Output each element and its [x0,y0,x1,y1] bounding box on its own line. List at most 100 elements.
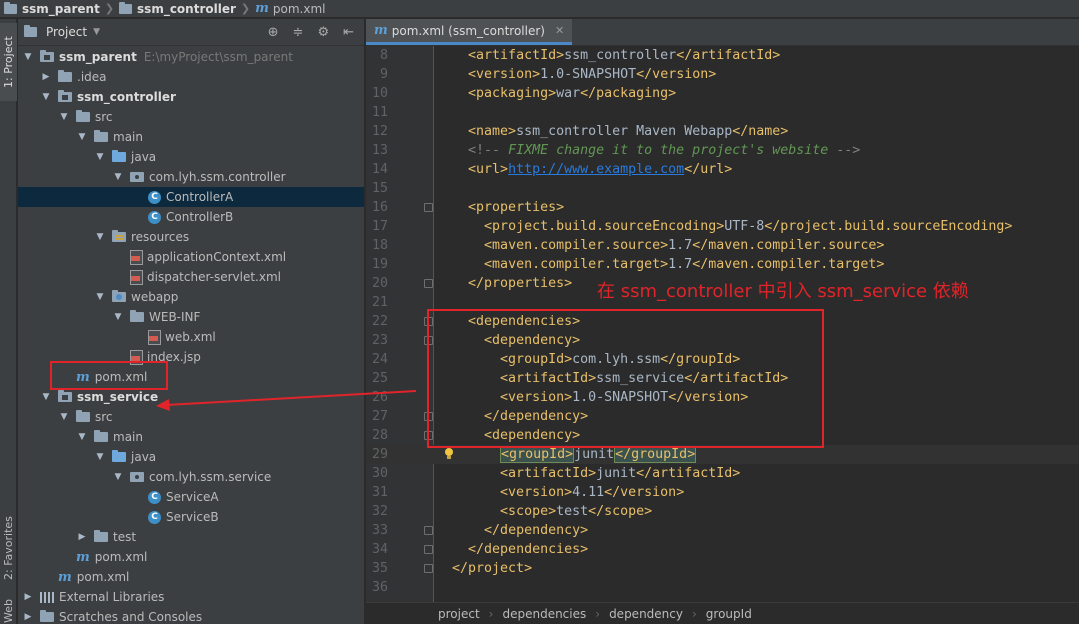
code-line[interactable]: 23 <dependency> [366,331,1079,350]
tree-item[interactable]: ▼ webapp [18,287,364,307]
tree-item[interactable]: ▼ main [18,427,364,447]
tree-item[interactable]: m pom.xml [18,547,364,567]
tree-item[interactable]: ▼ java [18,147,364,167]
tree-item[interactable]: C ServiceB [18,507,364,527]
tree-item[interactable]: web.xml [18,327,364,347]
code-line[interactable]: 17 <project.build.sourceEncoding>UTF-8</… [366,217,1079,236]
xml-crumb-groupid[interactable]: groupId [706,607,752,621]
tree-item[interactable]: ▶ .idea [18,67,364,87]
tree-item[interactable]: index.jsp [18,347,364,367]
fold-marker-icon[interactable] [424,317,433,326]
expand-arrow-icon[interactable]: ▼ [58,112,70,122]
close-icon[interactable]: ✕ [555,24,564,37]
expand-arrow-icon[interactable]: ▼ [22,52,34,62]
collapse-arrow-icon[interactable]: ▶ [76,532,88,542]
tree-item[interactable]: ▼ ssm_controller [18,87,364,107]
expand-arrow-icon[interactable]: ▼ [94,292,106,302]
fold-marker-icon[interactable] [424,412,433,421]
expand-arrow-icon[interactable]: ▼ [112,312,124,322]
fold-marker-icon[interactable] [424,526,433,535]
code-line[interactable]: 11 [366,103,1079,122]
breadcrumb-item-ssm-controller[interactable]: ssm_controller [119,1,236,16]
code-line[interactable]: 26 <version>1.0-SNAPSHOT</version> [366,388,1079,407]
xml-crumb-dependency[interactable]: dependency [609,607,683,621]
code-line[interactable]: 25 <artifactId>ssm_service</artifactId> [366,369,1079,388]
code-line[interactable]: 35 </project> [366,559,1079,578]
code-line[interactable]: 15 [366,179,1079,198]
code-line[interactable]: 34 </dependencies> [366,540,1079,559]
web-tool-tab[interactable]: Web [0,599,17,624]
expand-arrow-icon[interactable]: ▼ [40,392,52,402]
code-line[interactable]: 8 <artifactId>ssm_controller</artifactId… [366,46,1079,65]
fold-marker-icon[interactable] [424,279,433,288]
tree-item[interactable]: ▶ Scratches and Consoles [18,607,364,624]
expand-arrow-icon[interactable]: ▼ [76,432,88,442]
xml-crumb-dependencies[interactable]: dependencies [502,607,586,621]
code-line[interactable]: 30 <artifactId>junit</artifactId> [366,464,1079,483]
code-line[interactable]: 28 <dependency> [366,426,1079,445]
expand-arrow-icon[interactable]: ▼ [94,232,106,242]
tree-item[interactable]: ▶ External Libraries [18,587,364,607]
tree-item[interactable]: C ControllerB [18,207,364,227]
code-line[interactable]: 22 <dependencies> [366,312,1079,331]
tab-pom-xml[interactable]: m pom.xml (ssm_controller) ✕ [366,19,573,45]
code-line[interactable]: 12 <name>ssm_controller Maven Webapp</na… [366,122,1079,141]
fold-marker-icon[interactable] [424,564,433,573]
code-line[interactable]: 31 <version>4.11</version> [366,483,1079,502]
tree-item[interactable]: ▼ main [18,127,364,147]
expand-arrow-icon[interactable]: ▼ [40,92,52,102]
chevron-down-icon[interactable]: ▼ [93,27,100,37]
collapse-arrow-icon[interactable]: ▶ [22,592,34,602]
tree-item[interactable]: C ServiceA [18,487,364,507]
expand-arrow-icon[interactable]: ▼ [112,472,124,482]
expand-arrow-icon[interactable]: ▼ [112,172,124,182]
code-line[interactable]: 10 <packaging>war</packaging> [366,84,1079,103]
fold-marker-icon[interactable] [424,203,433,212]
tree-item[interactable]: m pom.xml [18,367,364,387]
expand-arrow-icon[interactable]: ▼ [58,412,70,422]
breadcrumb-item-ssm-parent[interactable]: ssm_parent [4,1,100,16]
collapse-arrow-icon[interactable]: ▶ [22,612,34,622]
expand-arrow-icon[interactable]: ▼ [76,132,88,142]
code-line[interactable]: 18 <maven.compiler.source>1.7</maven.com… [366,236,1079,255]
tree-item[interactable]: ▼ com.lyh.ssm.service [18,467,364,487]
code-line[interactable]: 32 <scope>test</scope> [366,502,1079,521]
project-tool-tab[interactable]: 1: Project [0,23,17,101]
expand-arrow-icon[interactable]: ▼ [94,452,106,462]
fold-marker-icon[interactable] [424,431,433,440]
favorites-tool-tab[interactable]: 2: Favorites [0,505,17,591]
collapse-icon[interactable]: ≑ [293,25,304,40]
tree-item[interactable]: ▼ src [18,107,364,127]
code-line[interactable]: 13 <!-- FIXME change it to the project's… [366,141,1079,160]
locate-icon[interactable]: ⊕ [268,25,279,40]
gear-icon[interactable]: ⚙ [317,25,329,40]
xml-crumb-project[interactable]: project [438,607,480,621]
tree-item[interactable]: dispatcher-servlet.xml [18,267,364,287]
tree-item[interactable]: ▼ ssm_parent E:\myProject\ssm_parent [18,47,364,67]
tree-item[interactable]: ▶ test [18,527,364,547]
fold-marker-icon[interactable] [424,545,433,554]
tree-item[interactable]: ▼ WEB-INF [18,307,364,327]
tree-item[interactable]: applicationContext.xml [18,247,364,267]
breadcrumb-item-pom[interactable]: m pom.xml [255,1,325,16]
expand-arrow-icon[interactable]: ▼ [94,152,106,162]
tree-item[interactable]: ▼ java [18,447,364,467]
hide-icon[interactable]: ⇤ [343,25,354,40]
code-line[interactable]: 27 </dependency> [366,407,1079,426]
code-line[interactable]: 33 </dependency> [366,521,1079,540]
fold-marker-icon[interactable] [424,336,433,345]
code-line[interactable]: 24 <groupId>com.lyh.ssm</groupId> [366,350,1079,369]
tree-item[interactable]: m pom.xml [18,567,364,587]
tree-item[interactable]: C ControllerA [18,187,364,207]
code-line[interactable]: 19 <maven.compiler.target>1.7</maven.com… [366,255,1079,274]
code-line[interactable]: 29 <groupId>junit</groupId> [366,445,1079,464]
collapse-arrow-icon[interactable]: ▶ [40,72,52,82]
code-area[interactable]: 8 <artifactId>ssm_controller</artifactId… [366,46,1079,602]
tree-item[interactable]: ▼ com.lyh.ssm.controller [18,167,364,187]
code-line[interactable]: 16 <properties> [366,198,1079,217]
code-line[interactable]: 36 [366,578,1079,597]
code-line[interactable]: 9 <version>1.0-SNAPSHOT</version> [366,65,1079,84]
code-line[interactable]: 14 <url>http://www.example.com</url> [366,160,1079,179]
tree-item[interactable]: ▼ resources [18,227,364,247]
project-view-selector[interactable]: Project [46,25,87,39]
